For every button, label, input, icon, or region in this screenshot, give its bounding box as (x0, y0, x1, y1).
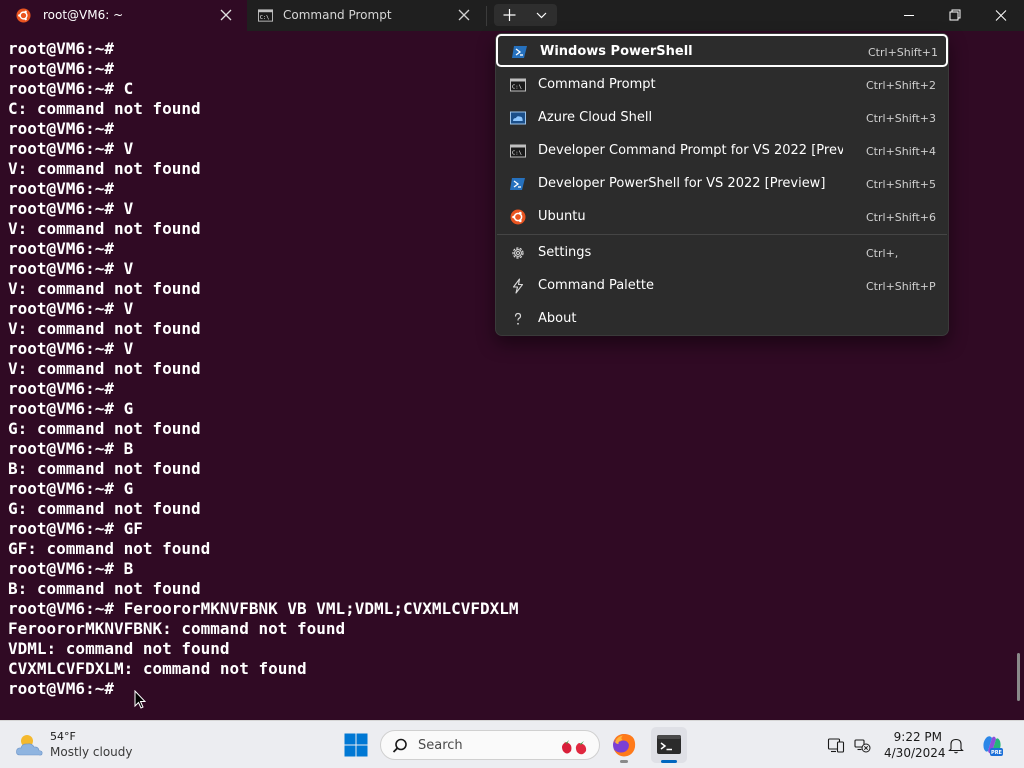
terminal-line: root@VM6:~# FeroororMKNVFBNK VB VML;VDML… (8, 599, 519, 618)
terminal-line: V: command not found (8, 359, 201, 378)
phone-link-icon[interactable] (827, 736, 845, 754)
terminal-line: VDML: command not found (8, 639, 230, 658)
ubuntu-icon (510, 209, 526, 225)
cmd-icon: C:\ (258, 9, 273, 22)
terminal-line: B: command not found (8, 579, 201, 598)
terminal-line: root@VM6:~# (8, 179, 114, 198)
terminal-line: root@VM6:~# V (8, 339, 134, 358)
terminal-line: root@VM6:~# C (8, 79, 134, 98)
windows-start-icon[interactable] (344, 733, 368, 757)
ubuntu-icon (16, 8, 31, 23)
running-indicator (620, 760, 628, 763)
terminal-line: root@VM6:~# (8, 119, 114, 138)
new-tab-dropdown-menu: Windows PowerShell Ctrl+Shift+1 C:\ Comm… (495, 33, 949, 336)
svg-text:PRE: PRE (991, 750, 1003, 756)
cmd-icon: C:\ (510, 78, 526, 92)
taskbar: 54°F Mostly cloudy Search 9:22 PM 4/30/2… (0, 720, 1024, 768)
svg-text:C:\: C:\ (512, 151, 522, 157)
menu-item-azure-cloud-shell[interactable]: Azure Cloud Shell Ctrl+Shift+3 (496, 102, 948, 135)
terminal-line: root@VM6:~# (8, 379, 114, 398)
scrollbar-thumb[interactable] (1017, 653, 1020, 701)
terminal-line: V: command not found (8, 319, 201, 338)
new-tab-plus-icon[interactable] (494, 4, 525, 26)
terminal-line: root@VM6:~# V (8, 259, 134, 278)
terminal-line: C: command not found (8, 99, 201, 118)
terminal-icon (657, 735, 681, 754)
lightning-icon (512, 278, 524, 294)
taskbar-terminal[interactable] (651, 727, 687, 763)
strawberry-icon (562, 740, 587, 755)
weather-widget[interactable]: 54°F Mostly cloudy (14, 728, 164, 762)
powershell-icon (510, 178, 525, 190)
tab-label: Command Prompt (283, 8, 392, 22)
terminal-line: root@VM6:~# V (8, 139, 134, 158)
tab-ubuntu[interactable]: root@VM6: ~ (0, 0, 247, 31)
copilot-icon[interactable]: PRE (980, 733, 1004, 757)
terminal-line: root@VM6:~# GF (8, 519, 143, 538)
close-window-icon[interactable] (978, 0, 1024, 31)
partly-cloudy-icon (16, 735, 43, 756)
question-icon (514, 312, 522, 325)
terminal-line: V: command not found (8, 159, 201, 178)
menu-divider (497, 234, 947, 235)
minimize-icon[interactable] (886, 0, 932, 31)
system-clock[interactable]: 9:22 PM 4/30/2024 (884, 729, 946, 761)
close-tab-icon[interactable] (457, 8, 471, 22)
terminal-line: root@VM6:~# V (8, 199, 134, 218)
terminal-line: root@VM6:~# V (8, 299, 134, 318)
azure-cloud-shell-icon (510, 111, 526, 125)
terminal-line: root@VM6:~# G (8, 479, 134, 498)
active-indicator (661, 760, 677, 763)
terminal-line: root@VM6:~# (8, 39, 114, 58)
menu-item-command-palette[interactable]: Command Palette Ctrl+Shift+P (496, 270, 948, 303)
tab-divider (486, 6, 487, 26)
terminal-line: root@VM6:~# (8, 59, 114, 78)
menu-item-about[interactable]: About (496, 303, 948, 336)
clock-date: 4/30/2024 (884, 746, 946, 760)
svg-text:C:\: C:\ (260, 15, 269, 21)
menu-item-command-prompt[interactable]: C:\ Command Prompt Ctrl+Shift+2 (496, 69, 948, 102)
close-tab-icon[interactable] (219, 8, 233, 22)
taskbar-search[interactable]: Search (380, 730, 600, 760)
network-disconnected-icon[interactable] (853, 736, 871, 754)
tab-command-prompt[interactable]: C:\ Command Prompt (249, 0, 485, 31)
terminal-line: root@VM6:~# (8, 239, 114, 258)
terminal-line: V: command not found (8, 279, 201, 298)
terminal-line: root@VM6:~# B (8, 439, 134, 458)
restore-icon[interactable] (932, 0, 978, 31)
gear-icon (512, 247, 524, 259)
new-tab-group (494, 4, 557, 26)
firefox-icon (613, 733, 636, 757)
terminal-line: root@VM6:~# (8, 679, 114, 698)
mouse-pointer-icon (134, 690, 146, 709)
terminal-line: FeroororMKNVFBNK: command not found (8, 619, 346, 638)
notification-bell-icon[interactable] (947, 736, 965, 754)
svg-text:C:\: C:\ (512, 85, 522, 91)
terminal-line: CVXMLCVFDXLM: command not found (8, 659, 307, 678)
tab-label: root@VM6: ~ (43, 8, 124, 22)
powershell-icon (512, 46, 527, 58)
search-icon (392, 738, 407, 753)
terminal-line: root@VM6:~# B (8, 559, 134, 578)
terminal-line: V: command not found (8, 219, 201, 238)
title-bar: root@VM6: ~ C:\ Command Prompt (0, 0, 1024, 31)
terminal-line: root@VM6:~# G (8, 399, 134, 418)
chevron-down-icon[interactable] (526, 4, 557, 26)
menu-item-developer-powershell[interactable]: Developer PowerShell for VS 2022 [Previe… (496, 168, 948, 201)
menu-item-developer-command-prompt[interactable]: C:\ Developer Command Prompt for VS 2022… (496, 135, 948, 168)
terminal-line: B: command not found (8, 459, 201, 478)
taskbar-firefox[interactable] (606, 727, 642, 763)
terminal-line: G: command not found (8, 499, 201, 518)
terminal-line: GF: command not found (8, 539, 211, 558)
menu-item-settings[interactable]: Settings Ctrl+, (496, 237, 948, 270)
menu-item-ubuntu[interactable]: Ubuntu Ctrl+Shift+6 (496, 201, 948, 234)
cmd-icon: C:\ (510, 144, 526, 158)
clock-time: 9:22 PM (893, 730, 942, 744)
terminal-line: G: command not found (8, 419, 201, 438)
menu-item-windows-powershell[interactable]: Windows PowerShell Ctrl+Shift+1 (496, 34, 948, 67)
